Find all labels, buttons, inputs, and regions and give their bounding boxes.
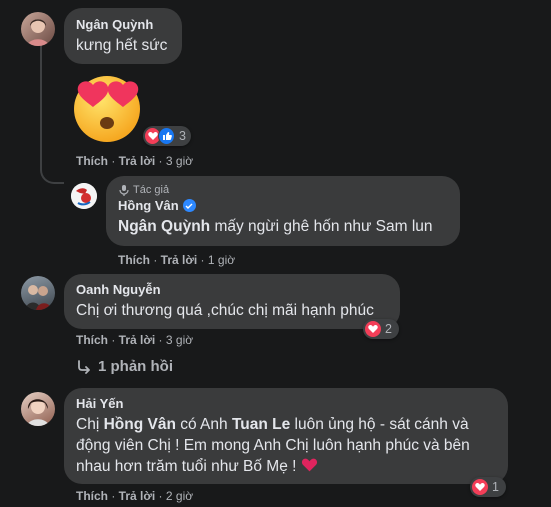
comment-actions: Thích · Trả lời · 3 giờ [76,333,194,347]
comment-author[interactable]: Hồng Vân [118,198,179,213]
thread-line [40,44,42,164]
reply-arrow-icon [78,359,90,374]
text-part: Chị [76,416,104,433]
verified-badge-icon [182,199,196,212]
avatar[interactable] [21,392,55,426]
timestamp[interactable]: 3 giờ [166,333,193,347]
timestamp[interactable]: 2 giờ [166,489,193,503]
timestamp[interactable]: 1 giờ [208,253,235,267]
replies-label: 1 phản hồi [98,358,173,375]
thread-connector [40,160,64,184]
comment-text: Ngân Quỳnh mấy ngừi ghê hốn như Sam lun [118,216,448,237]
like-link[interactable]: Thích [76,489,108,503]
comment-bubble: Ngân Quỳnh kưng hết sức [64,8,182,64]
comment-text: Chị Hồng Vân có Anh Tuan Le luôn ủng hộ … [76,414,496,479]
mention-link[interactable]: Ngân Quỳnh [118,218,210,235]
comment-author[interactable]: Ngân Quỳnh [76,17,170,32]
author-badge: Tác giả [118,184,448,196]
comment-text: Chị ơi thương quá ,chúc chị mãi hạnh phú… [76,302,374,319]
reaction-count: 2 [385,322,392,336]
mic-icon [119,185,129,196]
reaction-summary[interactable]: 1 [470,477,506,497]
reaction-summary[interactable]: 3 [143,126,191,146]
comment-body: mấy ngừi ghê hốn như Sam lun [214,218,433,235]
reply-link[interactable]: Trả lời [119,333,156,347]
badge-label: Tác giả [133,184,170,196]
mention-link[interactable]: Hồng Vân [104,416,176,433]
like-link[interactable]: Thích [118,253,150,267]
mention-link[interactable]: Tuan Le [232,416,290,433]
view-replies-button[interactable]: 1 phản hồi [76,358,173,375]
comment-text: kưng hết sức [76,37,168,54]
love-reaction-icon [365,321,381,337]
reply-link[interactable]: Trả lời [119,489,156,503]
comment-bubble: Oanh Nguyễn Chị ơi thương quá ,chúc chị … [64,274,400,329]
reaction-summary[interactable]: 2 [363,319,399,339]
reply-link[interactable]: Trả lời [161,253,198,267]
reaction-count: 1 [492,480,499,494]
timestamp[interactable]: 3 giờ [166,154,193,168]
text-part: có Anh [175,416,232,433]
like-reaction-icon [158,127,176,145]
comment-bubble: Tác giả Hồng Vân Ngân Quỳnh mấy ngừi ghê… [106,176,460,246]
red-heart-emoji [301,457,318,479]
love-reaction-icon [472,479,488,495]
like-link[interactable]: Thích [76,333,108,347]
reaction-count: 3 [179,129,186,143]
like-link[interactable]: Thích [76,154,108,168]
comment-actions: Thích · Trả lời · 2 giờ [76,489,194,503]
avatar[interactable] [21,12,55,46]
avatar[interactable] [71,183,97,209]
comment-author[interactable]: Hải Yến [76,396,496,411]
reply-link[interactable]: Trả lời [119,154,156,168]
comment-actions: Thích · Trả lời · 1 giờ [118,253,236,267]
comment-actions: Thích · Trả lời · 3 giờ [76,154,194,168]
comment-bubble: Hải Yến Chị Hồng Vân có Anh Tuan Le luôn… [64,388,508,484]
comment-author[interactable]: Oanh Nguyễn [76,282,388,297]
heart-eyes-emoji [71,71,143,143]
avatar[interactable] [21,276,55,310]
